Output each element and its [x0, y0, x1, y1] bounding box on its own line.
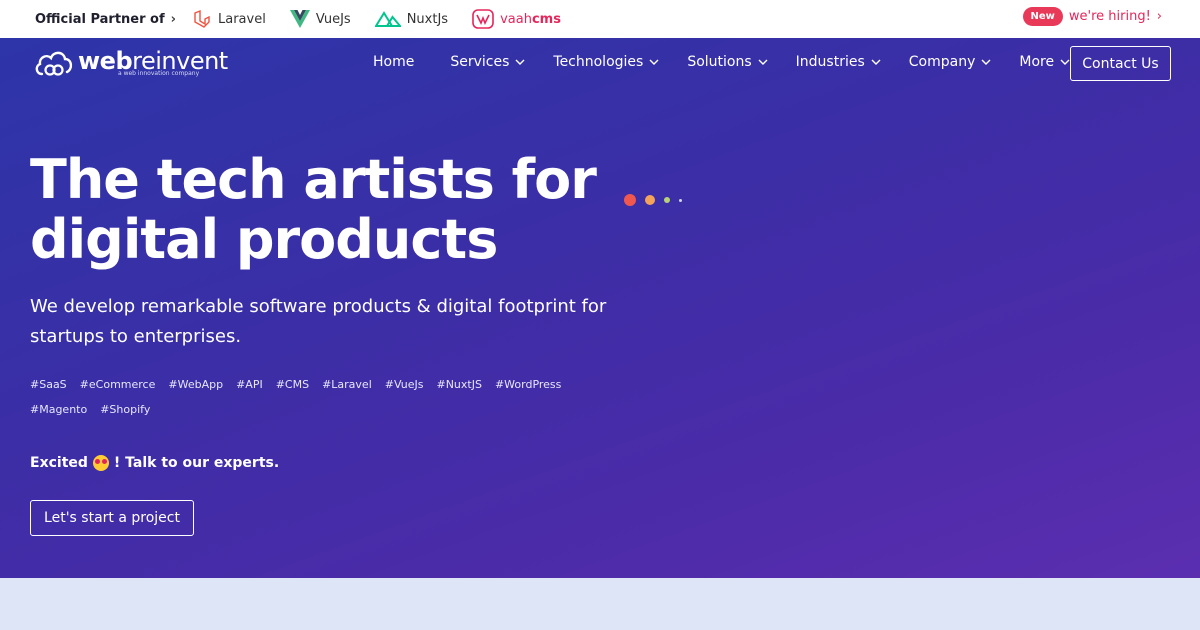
star-struck-emoji-icon [92, 455, 109, 471]
tag-item: #WebApp [168, 378, 224, 391]
tag-item: #CMS [275, 378, 310, 391]
logo-wordmark: webreinvent [78, 46, 228, 75]
logo-icon [35, 51, 73, 76]
dot-1 [624, 194, 636, 206]
vuejs-icon [289, 10, 310, 28]
logo[interactable]: webreinvent a web innovation company [34, 46, 228, 80]
nav-item-home[interactable]: Home [373, 54, 414, 70]
tag-item: #Shopify [100, 403, 151, 416]
chevron-right-icon: › [1156, 9, 1162, 24]
hiring-link[interactable]: New we're hiring! › [1022, 7, 1162, 26]
nav-item-solutions[interactable]: Solutions [687, 54, 768, 70]
chevron-down-icon [981, 59, 991, 65]
next-section [0, 578, 1200, 630]
decorative-dots [624, 194, 682, 206]
tag-item: #eCommerce [79, 378, 156, 391]
nuxtjs-icon [374, 11, 401, 27]
contact-us-button[interactable]: Contact Us [1070, 46, 1171, 81]
partner-list: Laravel VueJs NuxtJs vaahcms [192, 9, 561, 29]
new-badge: New [1022, 7, 1063, 26]
partner-vaahcms[interactable]: vaahcms [472, 9, 561, 29]
tag-item: #VueJs [384, 378, 424, 391]
main-navigation: webreinvent a web innovation company Hom… [0, 38, 1200, 92]
nav-item-industries[interactable]: Industries [796, 54, 881, 70]
tag-item: #SaaS [30, 378, 67, 391]
dot-2 [645, 195, 655, 205]
nav-item-more[interactable]: More [1019, 54, 1070, 70]
nav-menu: Home Services Technologies Solutions Ind… [373, 54, 1070, 70]
partner-nuxtjs[interactable]: NuxtJs [374, 10, 448, 28]
hero-headline: The tech artists for digital products [30, 148, 597, 271]
chevron-down-icon [758, 59, 768, 65]
hero-section: webreinvent a web innovation company Hom… [0, 38, 1200, 578]
official-partner-label: Official Partner of › [35, 11, 176, 27]
chevron-down-icon [871, 59, 881, 65]
chevron-down-icon [515, 59, 525, 65]
excited-cta-text: Excited ! Talk to our experts. [30, 455, 280, 471]
partner-bar: Official Partner of › Laravel VueJs Nuxt… [0, 0, 1200, 38]
hiring-text: we're hiring! [1068, 9, 1151, 24]
start-project-button[interactable]: Let's start a project [30, 500, 194, 536]
tag-item: #API [236, 378, 263, 391]
tag-item: #WordPress [494, 378, 562, 391]
nav-item-technologies[interactable]: Technologies [553, 54, 659, 70]
tech-tags: #SaaS #eCommerce #WebApp #API #CMS #Lara… [30, 376, 590, 419]
dot-4 [679, 198, 682, 202]
partner-vuejs[interactable]: VueJs [289, 10, 351, 28]
partner-laravel[interactable]: Laravel [192, 9, 266, 29]
tag-item: #Laravel [322, 378, 372, 391]
tag-item: #Magento [30, 403, 88, 416]
chevron-down-icon [649, 59, 659, 65]
nav-item-company[interactable]: Company [909, 54, 992, 70]
dot-3 [664, 197, 670, 203]
tag-item: #NuxtJS [436, 378, 482, 391]
chevron-down-icon [1060, 59, 1070, 65]
laravel-icon [194, 9, 210, 28]
hero-subtext: We develop remarkable software products … [30, 296, 607, 347]
chevron-right-icon: › [170, 11, 176, 27]
vaahcms-icon [472, 9, 494, 29]
nav-item-services[interactable]: Services [450, 54, 525, 70]
